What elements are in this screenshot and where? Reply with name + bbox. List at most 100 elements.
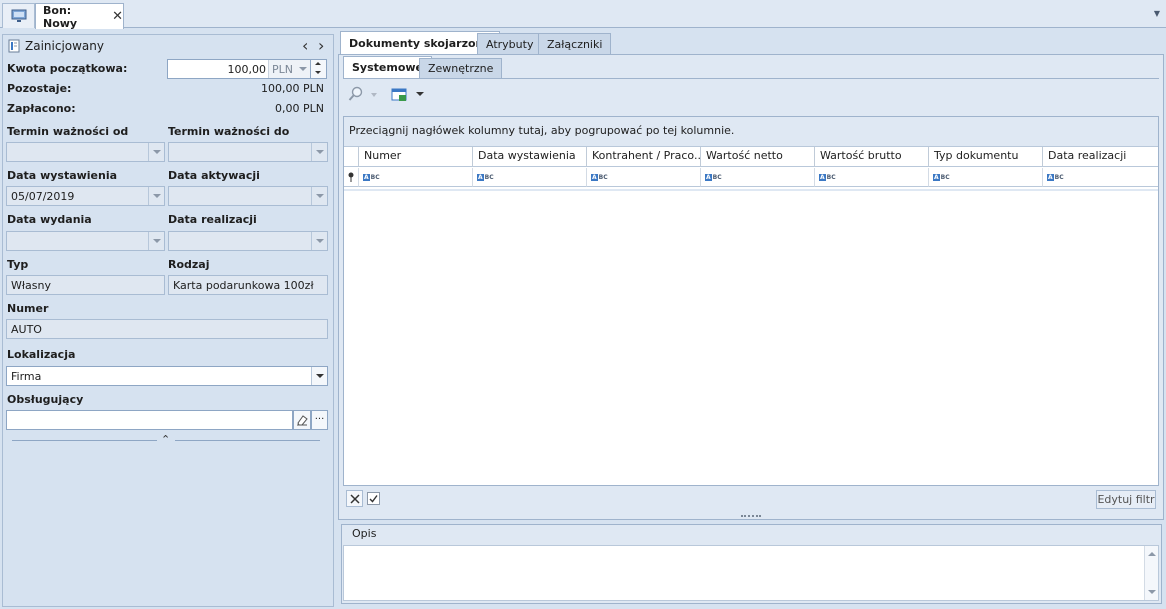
remaining-label: Pozostaje: [7,82,72,95]
issue-date-picker[interactable]: 05/07/2019 [6,186,165,206]
scroll-down-icon[interactable] [1148,590,1156,594]
link-dropdown-icon[interactable] [416,92,424,96]
scroll-up-icon[interactable] [1148,552,1156,556]
chevron-down-icon [299,67,307,71]
filter-row-indicator [344,168,359,187]
filter-cell-wartosc-netto[interactable]: A BC [701,168,815,187]
valid-from-date-picker[interactable] [6,142,165,162]
clear-filter-button[interactable] [346,490,363,507]
number-value: AUTO [11,323,42,336]
chevron-down-icon[interactable] [148,187,164,205]
documents-grid[interactable]: Przeciągnij nagłówek kolumny tutaj, aby … [343,116,1159,486]
tab-list-dropdown-icon[interactable]: ▼ [1154,9,1160,18]
valid-to-date-picker[interactable] [168,142,328,162]
panel-splitter-handle[interactable] [741,515,761,519]
initial-amount-input[interactable]: 100,00 PLN [167,59,310,79]
edit-filter-button[interactable]: Edytuj filtr [1096,490,1156,509]
currency-select[interactable]: PLN [268,60,310,78]
kind-field: Karta podarunkowa 100zł [168,275,328,295]
spin-down-icon[interactable] [315,71,321,74]
filter-enabled-checkbox[interactable] [367,492,380,505]
spin-up-icon[interactable] [315,62,321,65]
collapse-chevron-icon[interactable]: ⌃ [161,433,170,446]
tab-title: Bon: Nowy [43,3,78,30]
text-filter-icon: A [1047,173,1054,181]
column-header-typ-dokumentu[interactable]: Typ dokumentu [929,147,1043,167]
activation-date-label: Data aktywacji [168,169,260,182]
chevron-down-icon[interactable] [311,187,327,205]
home-tab[interactable] [2,3,35,28]
column-header-data-realizacji[interactable]: Data realizacji [1043,147,1158,167]
document-status: Zainicjowany [25,39,104,53]
chevron-down-icon[interactable] [311,232,327,250]
redemption-date-label: Data realizacji [168,213,257,226]
location-label: Lokalizacja [7,348,76,361]
tab-bon-nowy[interactable]: Bon: Nowy ✕ [35,3,124,30]
close-tab-icon[interactable]: ✕ [112,9,123,24]
description-scrollbar[interactable] [1144,546,1158,600]
tab-zalaczniki[interactable]: Załączniki [538,33,612,54]
type-field: Własny [6,275,165,295]
clear-filter-icon [349,493,360,504]
next-record-button[interactable]: › [318,36,324,55]
group-by-panel[interactable]: Przeciągnij nagłówek kolumny tutaj, aby … [344,117,1158,147]
column-header-wartosc-brutto[interactable]: Wartość brutto [815,147,929,167]
preview-button[interactable] [348,86,364,102]
text-filter-icon: A [933,173,940,181]
filter-cell-typ-dokumentu[interactable]: A BC [929,168,1043,187]
filter-cell-data-realizacji[interactable]: A BC [1043,168,1158,187]
issue-date-value: 05/07/2019 [11,190,75,203]
column-header-wartosc-netto[interactable]: Wartość netto [701,147,815,167]
filter-row-separator [344,189,1158,191]
select-handler-button[interactable]: ··· [311,410,328,430]
tab-atrybuty[interactable]: Atrybuty [477,33,543,54]
previous-record-button[interactable]: ‹ [302,36,308,55]
chevron-down-icon[interactable] [311,367,327,385]
monitor-icon [11,9,26,22]
paid-label: Zapłacono: [7,102,76,115]
valid-from-label: Termin ważności od [7,125,129,138]
document-status-icon [7,39,21,53]
magnifier-icon [348,86,363,101]
activation-date-picker[interactable] [168,186,328,206]
issue-date-label: Data wystawienia [7,169,118,182]
filter-cell-wartosc-brutto[interactable]: A BC [815,168,929,187]
release-date-picker[interactable] [6,231,165,251]
text-filter-icon: A [591,173,598,181]
link-documents-button[interactable] [391,87,409,103]
chevron-down-icon[interactable] [148,143,164,161]
column-header-numer[interactable]: Numer [359,147,473,167]
tab-dokumenty-skojarzone[interactable]: Dokumenty skojarzone [340,31,500,54]
remaining-value: 100,00 PLN [261,82,324,95]
subtab-zewnetrzne[interactable]: Zewnętrzne [419,58,503,78]
location-select[interactable]: Firma [6,366,328,386]
number-label: Numer [7,302,49,315]
paid-value: 0,00 PLN [275,102,324,115]
preview-dropdown-icon[interactable] [371,93,377,97]
document-tab-bar [0,0,1166,28]
text-filter-icon: A [705,173,712,181]
subtab-divider [343,78,1159,79]
amount-spinner[interactable] [310,59,327,79]
column-header-data-wystawienia[interactable]: Data wystawienia [473,147,587,167]
filter-cell-data-wystawienia[interactable]: A BC [473,168,587,187]
text-filter-icon: A [363,173,370,181]
chevron-down-icon[interactable] [148,232,164,250]
kind-value: Karta podarunkowa 100zł [173,279,314,292]
filter-cell-numer[interactable]: A BC [359,168,473,187]
location-value: Firma [11,370,42,383]
handler-input[interactable] [6,410,293,430]
valid-to-label: Termin ważności do [168,125,290,138]
clear-handler-button[interactable] [293,410,311,430]
description-textarea[interactable] [343,545,1159,601]
eraser-icon [297,415,308,426]
text-filter-icon: A [819,173,826,181]
group-by-hint: Przeciągnij nagłówek kolumny tutaj, aby … [349,124,735,137]
splitter-line [12,440,157,441]
row-indicator-header [344,147,359,167]
release-date-label: Data wydania [7,213,92,226]
chevron-down-icon[interactable] [311,143,327,161]
filter-cell-kontrahent[interactable]: A BC [587,168,701,187]
redemption-date-picker[interactable] [168,231,328,251]
column-header-kontrahent[interactable]: Kontrahent / Praco... [587,147,701,167]
